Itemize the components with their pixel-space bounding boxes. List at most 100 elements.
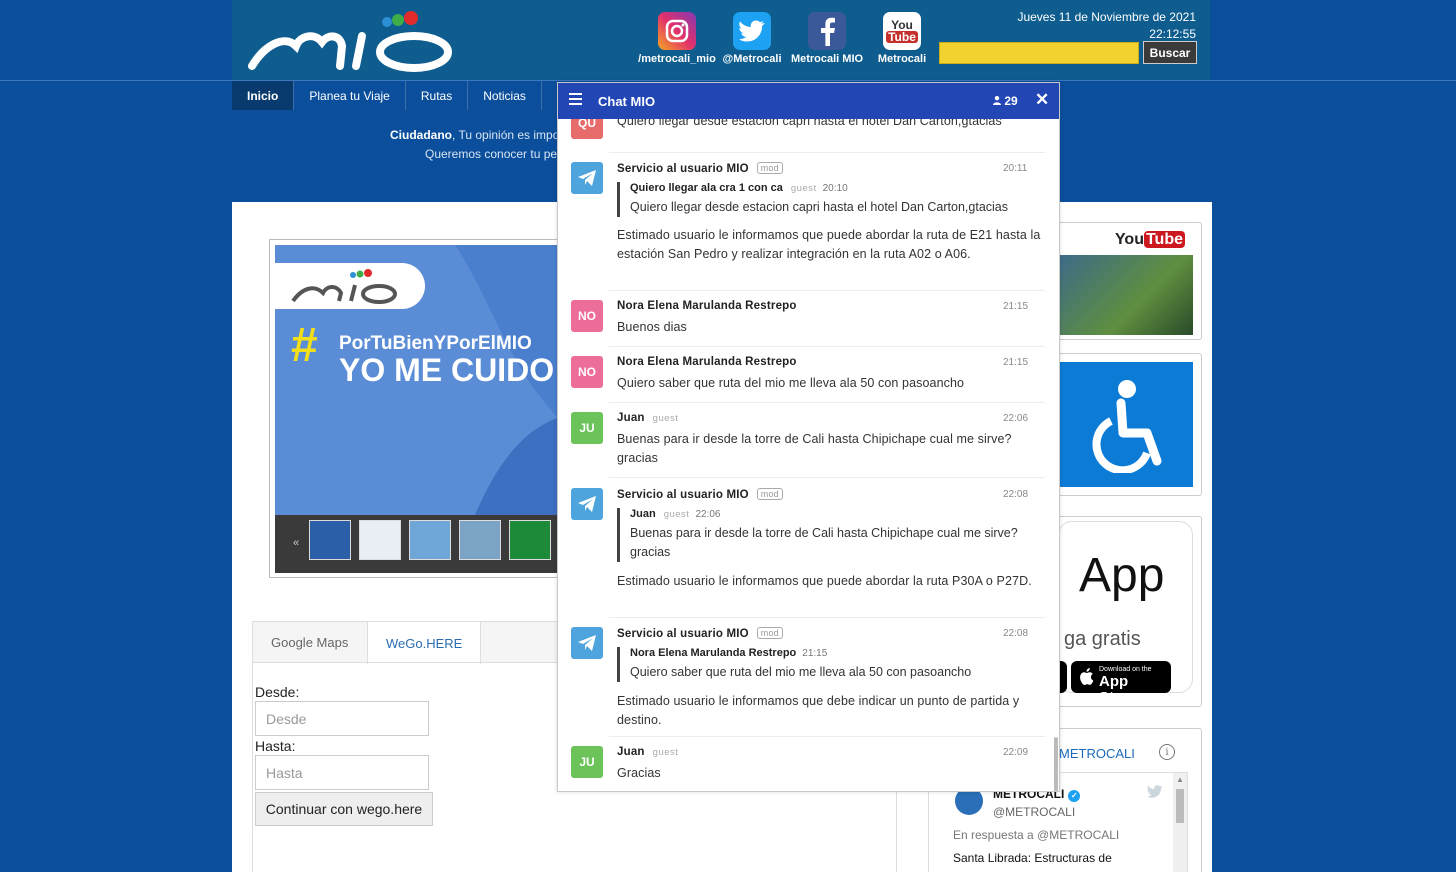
accessibility-widget[interactable] bbox=[1052, 353, 1202, 496]
chat-scrollbar[interactable] bbox=[1054, 737, 1058, 791]
twitter-link[interactable]: @Metrocali bbox=[712, 12, 792, 65]
mio-logo[interactable] bbox=[244, 6, 464, 72]
message-time: 22:09 bbox=[1003, 747, 1029, 758]
app-store-big: App Store bbox=[1099, 673, 1138, 706]
youtube-widget[interactable]: You Tube bbox=[1052, 222, 1202, 340]
youtube-widget-thumbnail bbox=[1058, 255, 1193, 335]
verified-icon: ✓ bbox=[1068, 790, 1081, 802]
to-label: Hasta: bbox=[255, 738, 296, 754]
author-name: Nora Elena Marulanda Restrepo bbox=[617, 356, 797, 368]
user-avatar: JU bbox=[571, 746, 603, 778]
user-avatar: NO bbox=[571, 356, 603, 388]
message-divider bbox=[609, 346, 1045, 347]
slider-thumb[interactable] bbox=[459, 520, 501, 560]
scroll-up-icon[interactable]: ▲ bbox=[1176, 775, 1184, 784]
slider-prev-arrow[interactable]: « bbox=[293, 537, 299, 549]
banner-line1: , Tu opinión es impo bbox=[452, 128, 560, 142]
twitter-widget-title[interactable]: METROCALI bbox=[1059, 746, 1135, 761]
quote-author: Quiero llegar ala cra 1 con ca bbox=[630, 182, 783, 194]
guest-label: guest bbox=[652, 747, 679, 758]
menu-icon[interactable] bbox=[569, 93, 582, 107]
slider-thumb[interactable] bbox=[309, 520, 351, 560]
slide-image[interactable]: # PorTuBienYPorElMIO YO ME CUIDO bbox=[275, 245, 565, 515]
tweet-reply-to[interactable]: En respuesta a @METROCALI bbox=[953, 828, 1119, 842]
message-time: 20:11 bbox=[1003, 163, 1028, 174]
guest-label: guest bbox=[663, 509, 690, 520]
quote-author: Nora Elena Marulanda Restrepo bbox=[630, 647, 797, 659]
youtube-widget-logo: You Tube bbox=[1115, 231, 1185, 249]
chat-title: Chat MIO bbox=[598, 94, 656, 109]
quoted-message[interactable]: Juan guest 22:06 Buenas para ir desde la t… bbox=[617, 508, 1047, 562]
app-subtitle: ga gratis bbox=[1064, 628, 1141, 650]
online-users[interactable]: 29 bbox=[993, 94, 1018, 108]
app-download-widget[interactable]: App ga gratis Download on the App Store bbox=[1052, 516, 1202, 707]
quoted-message[interactable]: Nora Elena Marulanda Restrepo 21:15 Quier… bbox=[617, 647, 1047, 682]
slider-thumb[interactable] bbox=[409, 520, 451, 560]
tweet-handle[interactable]: @METROCALI bbox=[993, 805, 1075, 819]
message-divider bbox=[609, 736, 1045, 737]
tab-wego-here[interactable]: WeGo.HERE bbox=[367, 622, 482, 664]
date-display: Jueves 11 de Noviembre de 2021 22:12:55 bbox=[1017, 9, 1196, 43]
google-play-badge[interactable] bbox=[1059, 661, 1067, 693]
message-text: Estimado usuario le informamos que puede… bbox=[617, 574, 1032, 588]
tweet-text: Santa Librada: Estructuras de bbox=[953, 851, 1112, 865]
quote-time: 21:15 bbox=[802, 648, 828, 659]
scrollbar-thumb[interactable] bbox=[1176, 789, 1184, 823]
tab-google-maps[interactable]: Google Maps bbox=[253, 622, 366, 663]
instagram-icon bbox=[658, 12, 696, 50]
author-name: Servicio al usuario MIO bbox=[617, 489, 749, 501]
quote-time: 22:06 bbox=[695, 509, 721, 520]
mod-badge: mod bbox=[756, 627, 783, 639]
nav-item-inicio[interactable]: Inicio bbox=[232, 81, 295, 110]
info-icon[interactable]: i bbox=[1159, 744, 1175, 760]
slider-thumb[interactable] bbox=[509, 520, 551, 560]
mod-badge: mod bbox=[756, 488, 783, 500]
user-avatar: NO bbox=[571, 300, 603, 332]
app-store-badge[interactable]: Download on the App Store bbox=[1071, 661, 1171, 706]
close-icon[interactable]: ✕ bbox=[1035, 90, 1049, 110]
message-time: 22:06 bbox=[1003, 413, 1029, 424]
user-icon bbox=[993, 96, 1001, 105]
message-text: Buenos dias bbox=[617, 320, 687, 334]
youtube-label: Metrocali bbox=[877, 53, 927, 65]
image-slider: # PorTuBienYPorElMIO YO ME CUIDO « bbox=[269, 239, 569, 578]
message-author: Juan guest bbox=[617, 412, 678, 424]
search-button[interactable]: Buscar bbox=[1143, 41, 1197, 64]
author-name: Juan bbox=[617, 412, 645, 424]
to-input[interactable]: Hasta bbox=[255, 755, 429, 790]
author-name: Juan bbox=[617, 746, 645, 758]
facebook-link[interactable]: Metrocali MIO bbox=[787, 12, 867, 65]
message-text: Buenas para ir desde la torre de Cali ha… bbox=[617, 432, 1012, 465]
from-label: Desde: bbox=[255, 684, 300, 700]
youtube-icon-tube: Tube bbox=[886, 30, 918, 44]
author-name: Servicio al usuario MIO bbox=[617, 163, 749, 175]
quoted-message[interactable]: Quiero llegar ala cra 1 con ca guest 20:10… bbox=[617, 182, 1047, 217]
quote-author: Juan bbox=[630, 508, 656, 520]
nav-item-rutas[interactable]: Rutas bbox=[406, 81, 469, 110]
author-name: Nora Elena Marulanda Restrepo bbox=[617, 300, 797, 312]
mod-badge: mod bbox=[756, 162, 783, 174]
telegram-icon bbox=[571, 488, 603, 520]
app-title: App bbox=[1079, 549, 1165, 602]
youtube-icon: You Tube bbox=[883, 12, 921, 50]
message-time: 22:08 bbox=[1003, 628, 1029, 639]
youtube-widget-tube: Tube bbox=[1143, 231, 1185, 248]
twitter-feed-scrollbar[interactable]: ▲ bbox=[1173, 773, 1187, 872]
message-author: Servicio al usuario MIO mod bbox=[617, 488, 783, 501]
slider-thumb[interactable] bbox=[359, 520, 401, 560]
youtube-link[interactable]: You Tube Metrocali bbox=[862, 12, 942, 65]
nav-item-planea[interactable]: Planea tu Viaje bbox=[294, 81, 406, 110]
message-divider bbox=[609, 477, 1045, 478]
date-text: Jueves 11 de Noviembre de 2021 bbox=[1017, 10, 1196, 24]
telegram-icon bbox=[571, 627, 603, 659]
search-input[interactable] bbox=[939, 42, 1139, 64]
wego-submit-button[interactable]: Continuar con wego.here bbox=[255, 792, 433, 826]
instagram-link[interactable]: /metrocali_mio bbox=[637, 12, 717, 65]
message-text: Estimado usuario le informamos que debe … bbox=[617, 694, 1020, 727]
nav-item-noticias[interactable]: Noticias bbox=[468, 81, 542, 110]
from-input[interactable]: Desde bbox=[255, 701, 429, 736]
twitter-label: @Metrocali bbox=[722, 53, 782, 65]
chat-messages[interactable]: QU Quiero llegar desde estacion capri ha… bbox=[558, 107, 1059, 791]
slider-thumbnails: « bbox=[275, 515, 565, 573]
message-text: Estimado usuario le informamos que puede… bbox=[617, 228, 1041, 261]
